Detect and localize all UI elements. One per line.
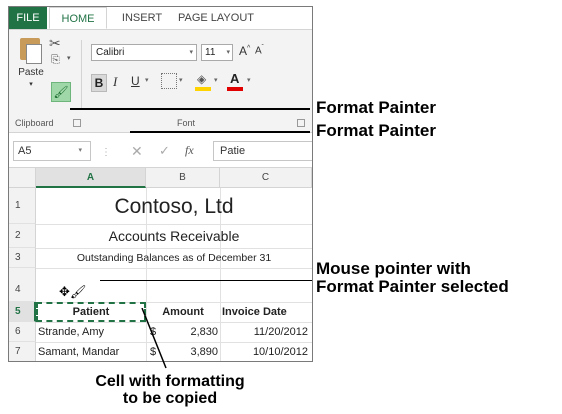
ribbon-tabs: FILE HOME INSERT PAGE LAYOUT	[9, 7, 312, 30]
chevron-down-icon[interactable]: ▾	[214, 76, 218, 84]
chevron-down-icon[interactable]: ▾	[145, 76, 149, 84]
fill-color-swatch	[195, 87, 211, 91]
formula-input[interactable]: Patie	[213, 141, 312, 161]
row-header-6[interactable]: 6	[9, 322, 36, 342]
borders-button[interactable]	[161, 73, 177, 89]
chevron-down-icon: ▾	[189, 49, 193, 56]
font-group-label: Font	[177, 118, 196, 128]
callout-line-format-painter	[70, 108, 310, 110]
callout-cell-line1: Cell with formatting	[95, 373, 245, 390]
chevron-down-icon: ▾	[29, 81, 33, 88]
column-header-a[interactable]: A	[36, 168, 146, 188]
underline-button[interactable]: U	[131, 74, 140, 88]
tab-file[interactable]: FILE	[9, 7, 47, 29]
table-cell-amount[interactable]: 2,830	[164, 322, 218, 342]
cancel-icon[interactable]: ✕	[131, 143, 143, 160]
paste-button[interactable]: Paste ▾	[17, 38, 45, 90]
chevron-down-icon[interactable]: ▾	[67, 54, 71, 62]
bold-button[interactable]: B	[91, 74, 107, 92]
table-cell-date[interactable]: 10/10/2012	[220, 342, 308, 361]
font-color-button[interactable]: A	[227, 71, 243, 91]
row-header-2[interactable]: 2	[9, 224, 36, 248]
format-painter-button[interactable]: 🖌	[51, 82, 71, 102]
table-cell-patient[interactable]: Strande, Amy	[38, 322, 146, 342]
callout-line-pointer	[100, 280, 312, 281]
increase-font-size-button[interactable]: A^	[239, 44, 250, 58]
ribbon-home: Paste ▾ ✂ ⎘ ▾ 🖌 Calibri ▾ 11 ▾ A^ Aˇ B I…	[9, 30, 312, 116]
row-header-5[interactable]: 5	[9, 302, 36, 322]
font-size-select[interactable]: 11 ▾	[201, 44, 233, 61]
font-name-select[interactable]: Calibri ▾	[91, 44, 197, 61]
paste-label: Paste	[18, 67, 44, 78]
callout-pointer-line2: Format Painter selected	[316, 277, 509, 296]
sheet-caption[interactable]: Outstanding Balances as of December 31	[36, 248, 312, 268]
tab-insert[interactable]: INSERT	[117, 7, 167, 29]
header-invoice-date[interactable]: Invoice Date	[220, 302, 312, 322]
chevron-down-icon[interactable]: ▾	[179, 76, 183, 84]
paste-sheet-icon	[26, 44, 42, 64]
chevron-down-icon[interactable]: ▾	[247, 76, 251, 84]
enter-check-icon[interactable]: ✓	[159, 143, 170, 159]
font-name-value: Calibri	[96, 47, 125, 58]
formula-bar: A5 ▾ ⋮ ✕ ✓ fx Patie	[9, 133, 312, 168]
column-header-b[interactable]: B	[146, 168, 220, 188]
chevron-down-icon: ▾	[78, 147, 82, 154]
sheet-title[interactable]: Contoso, Ltd	[36, 190, 312, 224]
font-color-swatch	[227, 87, 243, 91]
paint-bucket-icon: ◈	[197, 72, 207, 86]
tab-home[interactable]: HOME	[49, 7, 107, 29]
name-box[interactable]: A5 ▾	[13, 141, 91, 161]
clipboard-group-label: Clipboard	[15, 118, 54, 128]
callout-line-cell	[141, 308, 167, 369]
format-painter-cursor-icon: ✥🖌	[59, 284, 87, 299]
dialog-launcher-icon[interactable]	[73, 119, 81, 127]
callout-pointer-line1: Mouse pointer with	[316, 259, 471, 278]
row-header-1[interactable]: 1	[9, 188, 36, 224]
insert-function-button[interactable]: fx	[185, 143, 194, 158]
select-all-corner[interactable]	[9, 168, 36, 188]
callout-spacer	[311, 102, 313, 114]
selected-cell-marquee	[36, 302, 146, 322]
callout-cell: Cell with formatting to be copied	[70, 373, 270, 407]
callout-line-format-painter-2	[130, 131, 310, 133]
column-header-c[interactable]: C	[220, 168, 312, 188]
name-box-value: A5	[18, 145, 32, 157]
fill-color-button[interactable]: ◈	[195, 72, 211, 91]
italic-button[interactable]: I	[113, 74, 117, 90]
dialog-launcher-icon[interactable]	[297, 119, 305, 127]
tab-page-layout[interactable]: PAGE LAYOUT	[175, 7, 257, 29]
row-header-3[interactable]: 3	[9, 248, 36, 268]
copy-icon[interactable]: ⎘	[51, 54, 60, 67]
row-header-7[interactable]: 7	[9, 342, 36, 361]
group-divider	[81, 40, 82, 110]
callout-cell-line2: to be copied	[122, 390, 218, 407]
callout-format-painter: Format Painter	[316, 98, 436, 117]
decrease-font-size-button[interactable]: Aˇ	[255, 45, 264, 56]
paintbrush-icon: 🖌	[53, 85, 69, 99]
cut-icon[interactable]: ✂	[49, 35, 61, 52]
formula-bar-grip-icon: ⋮	[101, 147, 111, 158]
table-cell-patient[interactable]: Samant, Mandar	[38, 342, 146, 361]
table-cell-date[interactable]: 11/20/2012	[220, 322, 308, 342]
font-size-value: 11	[205, 47, 216, 58]
row-header-4[interactable]: 4	[9, 268, 36, 302]
sheet-subtitle[interactable]: Accounts Receivable	[36, 225, 312, 248]
gridline	[36, 268, 312, 269]
table-cell-amount[interactable]: 3,890	[164, 342, 218, 361]
callout-format-painter-2: Format Painter	[316, 121, 436, 140]
chevron-down-icon: ▾	[226, 49, 230, 56]
font-color-letter-icon: A	[230, 71, 240, 86]
callout-diagonal-line	[141, 308, 167, 369]
